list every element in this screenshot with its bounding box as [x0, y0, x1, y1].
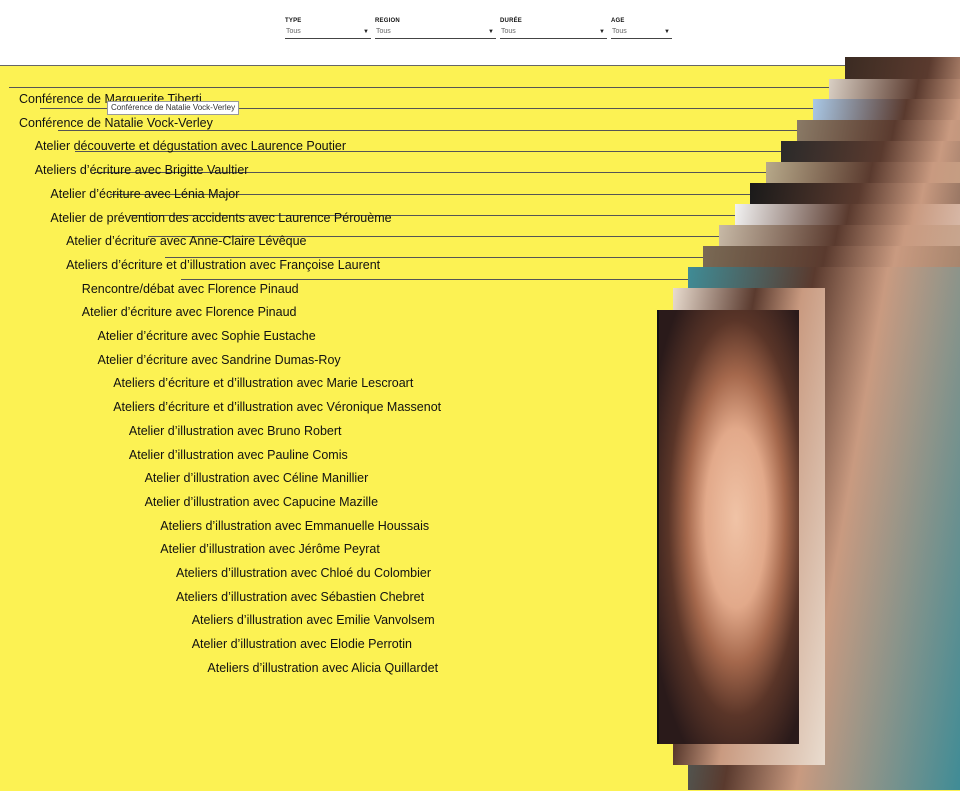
hover-tooltip: Conférence de Natalie Vock-Verley — [107, 101, 240, 115]
event-link[interactable]: Ateliers d’écriture avec Brigitte Vaulti… — [35, 163, 249, 178]
age-select-value: Tous — [612, 28, 627, 35]
event-link[interactable]: Atelier d’écriture avec Sophie Eustache — [98, 329, 316, 344]
event-link[interactable]: Atelier d’écriture avec Anne-Claire Lévê… — [66, 234, 306, 249]
type-select-value: Tous — [286, 28, 301, 35]
type-select[interactable]: Tous ▼ — [285, 26, 371, 39]
event-link[interactable]: Atelier d’illustration avec Céline Manil… — [145, 471, 369, 486]
event-link[interactable]: Ateliers d’écriture et d’illustration av… — [113, 400, 441, 415]
event-link[interactable]: Atelier d’écriture avec Florence Pinaud — [82, 305, 297, 320]
event-link[interactable]: Atelier d’illustration avec Jérôme Peyra… — [160, 542, 380, 557]
event-link[interactable]: Atelier d’illustration avec Elodie Perro… — [192, 637, 412, 652]
event-link[interactable]: Rencontre/débat avec Florence Pinaud — [82, 282, 299, 297]
event-link[interactable]: Ateliers d’écriture et d’illustration av… — [66, 258, 380, 273]
age-select[interactable]: Tous ▼ — [611, 26, 672, 39]
duree-filter[interactable]: DURÉE Tous ▼ — [500, 17, 607, 39]
region-filter-label: REGION — [375, 18, 400, 24]
age-filter-label: AGE — [611, 18, 625, 24]
chevron-down-icon: ▼ — [488, 29, 494, 35]
event-link[interactable]: Atelier découverte et dégustation avec L… — [35, 139, 346, 154]
event-link[interactable]: Atelier d’illustration avec Pauline Comi… — [129, 448, 348, 463]
event-link[interactable]: Ateliers d’illustration avec Alicia Quil… — [207, 661, 438, 676]
event-link[interactable]: Atelier d’écriture avec Sandrine Dumas-R… — [98, 353, 341, 368]
type-filter[interactable]: TYPE Tous ▼ — [285, 17, 371, 39]
duree-select-value: Tous — [501, 28, 516, 35]
event-link[interactable]: Atelier d’illustration avec Capucine Maz… — [145, 495, 378, 510]
event-link[interactable]: Atelier de prévention des accidents avec… — [50, 211, 391, 226]
connector-line — [181, 278, 688, 280]
chevron-down-icon: ▼ — [599, 29, 605, 35]
filter-bar: TYPE Tous ▼ REGION Tous ▼ DURÉE Tous ▼ A… — [0, 0, 960, 62]
connector-line — [9, 87, 829, 88]
region-select-value: Tous — [376, 28, 391, 35]
region-filter[interactable]: REGION Tous ▼ — [375, 17, 496, 39]
event-link[interactable]: Atelier d’illustration avec Bruno Robert — [129, 424, 342, 439]
portrait-photo[interactable] — [657, 310, 799, 744]
event-link[interactable]: Conférence de Natalie Vock-Verley — [19, 116, 213, 131]
event-link[interactable]: Ateliers d’illustration avec Emmanuelle … — [160, 519, 429, 534]
type-filter-label: TYPE — [285, 18, 302, 24]
chevron-down-icon: ▼ — [363, 29, 369, 35]
event-link[interactable]: Ateliers d’illustration avec Chloé du Co… — [176, 566, 431, 581]
chevron-down-icon: ▼ — [664, 29, 670, 35]
event-link[interactable]: Ateliers d’illustration avec Sébastien C… — [176, 590, 424, 605]
duree-select[interactable]: Tous ▼ — [500, 26, 607, 39]
age-filter[interactable]: AGE Tous ▼ — [611, 17, 672, 39]
duree-filter-label: DURÉE — [500, 18, 523, 24]
event-link[interactable]: Ateliers d’écriture et d’illustration av… — [113, 376, 413, 391]
event-link[interactable]: Atelier d’écriture avec Lénia Major — [50, 187, 239, 202]
event-link[interactable]: Ateliers d’illustration avec Emilie Vanv… — [192, 613, 435, 628]
region-select[interactable]: Tous ▼ — [375, 26, 496, 39]
